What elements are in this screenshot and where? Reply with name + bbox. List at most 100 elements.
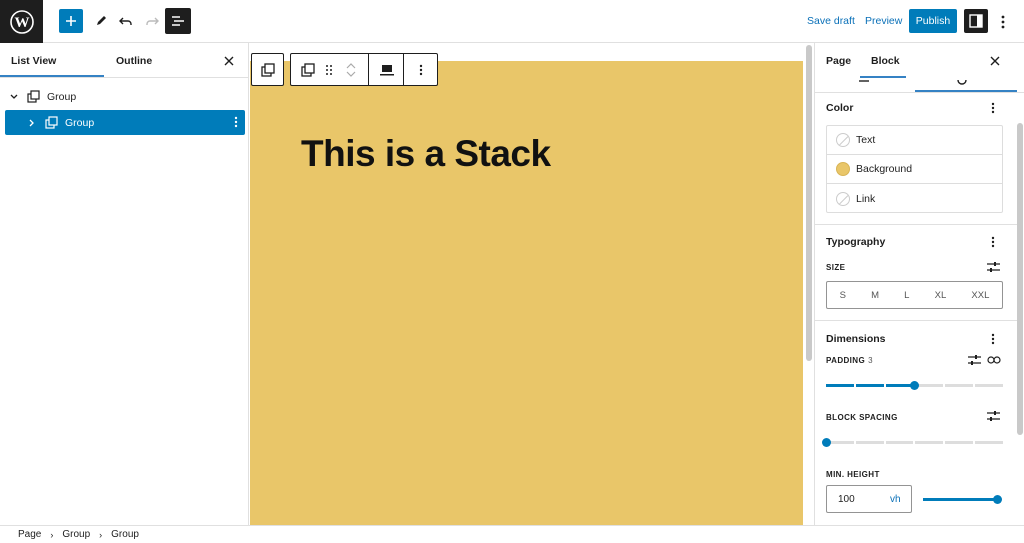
settings-toggle-button[interactable] — [964, 9, 988, 33]
typography-section-title: Typography — [826, 236, 886, 248]
settings-icon[interactable] — [859, 79, 869, 85]
tab-block[interactable]: Block — [871, 55, 900, 67]
section-divider — [815, 320, 1017, 321]
size-option-s[interactable]: S — [840, 290, 846, 301]
block-spacing-slider-handle[interactable] — [822, 438, 831, 447]
unlink-sides-button[interactable] — [987, 353, 1001, 367]
color-item-label: Text — [856, 134, 876, 146]
heading-block[interactable]: This is a Stack — [301, 133, 551, 175]
min-height-slider[interactable] — [923, 498, 999, 501]
color-item-label: Background — [856, 163, 913, 175]
editor-header: W Save draft Preview Publish — [0, 0, 1024, 43]
swatch-empty-icon — [836, 191, 850, 206]
tools-button[interactable] — [88, 8, 114, 34]
min-height-label: MIN. HEIGHT — [826, 470, 880, 479]
swatch-background-icon — [836, 162, 850, 176]
stack-group-block[interactable]: This is a Stack — [250, 61, 803, 525]
redo-button[interactable] — [139, 8, 165, 34]
padding-label: PADDING 3 — [826, 356, 873, 365]
more-vertical-icon — [991, 102, 995, 114]
tab-outline[interactable]: Outline — [116, 55, 152, 67]
block-spacing-slider[interactable] — [826, 441, 1003, 444]
move-buttons[interactable] — [341, 54, 361, 85]
close-icon — [224, 56, 234, 66]
custom-padding-button[interactable] — [967, 353, 981, 367]
swatch-empty-icon — [836, 133, 850, 147]
breadcrumb-item-group[interactable]: Group — [62, 529, 90, 540]
sidebar-scrollbar[interactable] — [1017, 123, 1023, 435]
settings-sidebar: Page Block Color Text Background Link Ty… — [814, 43, 1024, 525]
color-options-button[interactable] — [990, 101, 996, 115]
min-height-slider-handle[interactable] — [993, 495, 1002, 504]
styles-icon[interactable] — [957, 79, 967, 85]
color-item-background[interactable]: Background — [827, 155, 1002, 184]
size-option-m[interactable]: M — [871, 290, 879, 301]
font-size-picker: S M L XL XXL — [826, 281, 1003, 309]
redo-icon — [146, 17, 159, 25]
list-item-label: Group — [47, 90, 77, 103]
chevron-down-icon[interactable] — [346, 70, 356, 78]
document-overview-button[interactable] — [165, 8, 191, 34]
preview-button[interactable]: Preview — [865, 15, 902, 27]
chevron-down-icon[interactable] — [7, 90, 21, 104]
options-button[interactable] — [997, 13, 1009, 31]
more-vertical-icon[interactable] — [233, 115, 239, 129]
custom-block-spacing-button[interactable] — [986, 409, 1000, 423]
add-block-button[interactable] — [59, 9, 83, 33]
size-option-xxl[interactable]: XXL — [971, 290, 989, 301]
color-item-link[interactable]: Link — [827, 184, 1002, 213]
block-type-button[interactable] — [297, 54, 319, 85]
chevron-right-icon[interactable] — [25, 116, 39, 130]
save-draft-button[interactable]: Save draft — [807, 15, 855, 27]
align-wide-icon — [380, 64, 394, 75]
wordpress-logo-button[interactable]: W — [0, 0, 43, 43]
drag-handle-icon — [326, 64, 332, 75]
min-height-unit-select[interactable]: vh — [890, 494, 901, 505]
more-vertical-icon — [419, 64, 423, 75]
breadcrumb: Page › Group › Group — [0, 525, 1024, 543]
plus-icon — [66, 16, 76, 26]
size-option-l[interactable]: L — [904, 290, 909, 301]
color-item-text[interactable]: Text — [827, 126, 1002, 155]
breadcrumb-item-page[interactable]: Page — [18, 529, 41, 540]
tab-page[interactable]: Page — [826, 55, 851, 67]
block-options-button[interactable] — [405, 54, 437, 85]
breadcrumb-item-group-current[interactable]: Group — [111, 529, 139, 540]
custom-size-button[interactable] — [986, 260, 1000, 274]
list-item[interactable]: Group — [5, 110, 245, 135]
scrollbar-thumb[interactable] — [806, 45, 812, 361]
close-list-view-button[interactable] — [222, 54, 236, 68]
align-button[interactable] — [371, 54, 403, 85]
section-divider — [815, 224, 1017, 225]
padding-slider-handle[interactable] — [910, 381, 919, 390]
canvas-scrollbar[interactable] — [804, 43, 814, 525]
more-vertical-icon — [991, 333, 995, 345]
active-subtab-indicator — [915, 90, 1017, 92]
active-tab-indicator — [0, 75, 104, 77]
select-parent-block-button[interactable] — [251, 53, 284, 86]
close-settings-button[interactable] — [988, 54, 1002, 68]
drag-handle[interactable] — [321, 54, 337, 85]
more-vertical-icon — [991, 236, 995, 248]
undo-button[interactable] — [113, 8, 139, 34]
sidebar-icon — [969, 14, 983, 28]
more-vertical-icon — [1001, 15, 1005, 29]
group-block-icon — [25, 89, 41, 105]
toolbar-divider — [368, 54, 369, 85]
block-toolbar — [290, 53, 438, 86]
list-item-label: Group — [65, 116, 95, 129]
min-height-input[interactable]: 100 vh — [826, 485, 912, 513]
typography-options-button[interactable] — [990, 235, 996, 249]
color-item-label: Link — [856, 192, 876, 205]
list-view-icon — [172, 16, 184, 26]
list-item[interactable]: Group — [5, 84, 245, 109]
chevron-up-icon[interactable] — [346, 62, 356, 70]
dimensions-options-button[interactable] — [990, 332, 996, 346]
color-settings: Text Background Link — [826, 125, 1003, 213]
chevron-right-icon: › — [99, 529, 103, 540]
size-option-xl[interactable]: XL — [935, 290, 947, 301]
tab-list-view[interactable]: List View — [11, 55, 56, 67]
min-height-value[interactable]: 100 — [838, 494, 855, 505]
active-tab-indicator — [860, 76, 906, 78]
publish-button[interactable]: Publish — [909, 9, 957, 33]
